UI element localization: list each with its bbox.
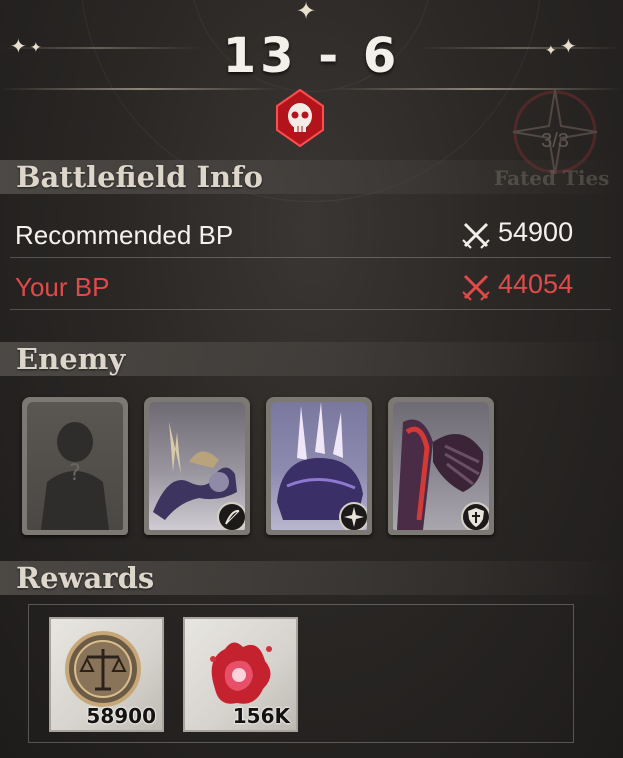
svg-text:?: ?: [69, 461, 81, 486]
your-bp-label: Your BP: [15, 272, 110, 302]
magic-icon: [339, 502, 367, 530]
crossed-swords-icon: [462, 274, 490, 301]
enemy-card-armored[interactable]: [388, 397, 494, 535]
top-ornament-icon: ✦: [296, 0, 317, 25]
shield-icon: [461, 502, 489, 530]
unknown-silhouette-icon: ?: [41, 422, 109, 530]
rewards-title: Rewards: [16, 561, 155, 595]
reward-quantity: 156K: [232, 704, 290, 728]
stage-number: 13 - 6: [222, 28, 401, 84]
bow-icon: [217, 502, 245, 530]
fated-ties-label: Fated Ties: [494, 166, 610, 190]
enemy-title: Enemy: [16, 342, 126, 376]
header-divider-left: [0, 88, 280, 90]
enemy-card-crystal[interactable]: [266, 397, 372, 535]
recommended-bp-value: 54900: [498, 217, 574, 247]
enemy-card-serpent[interactable]: [144, 397, 250, 535]
recommended-bp-label: Recommended BP: [15, 220, 234, 250]
boss-skull-icon: [276, 88, 324, 148]
your-bp-value: 44054: [498, 269, 574, 299]
enemy-card-unknown[interactable]: ?: [22, 397, 128, 535]
stage-header: ✦ ✦ ✦ ✦ ✦ 13 - 6 3/3: [0, 0, 623, 175]
divider: [10, 309, 611, 310]
reward-item-essence[interactable]: 156K: [183, 617, 298, 732]
fated-ties-count: 3/3: [541, 130, 569, 152]
crossed-swords-icon: [462, 222, 490, 249]
reward-quantity: 58900: [86, 704, 156, 728]
divider: [10, 257, 611, 258]
battlefield-info-title: Battlefield Info: [16, 160, 263, 194]
reward-item-coin[interactable]: 58900: [49, 617, 164, 732]
